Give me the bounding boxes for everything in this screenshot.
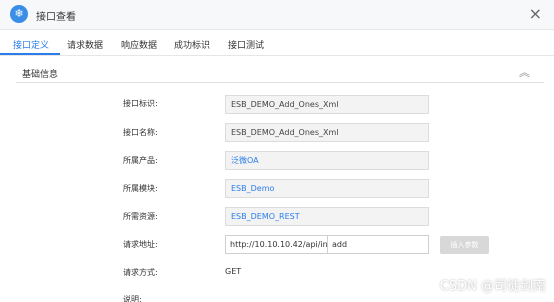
section-title: 基础信息 bbox=[22, 70, 59, 80]
request-url-label: 请求地址: bbox=[123, 240, 158, 249]
product-field[interactable]: 泛微OA bbox=[225, 151, 429, 170]
tab-bar: 接口定义 请求数据 响应数据 成功标识 接口测试 bbox=[0, 31, 554, 56]
watermark: CSDN @司徒剑南 bbox=[439, 279, 546, 294]
tab-success-flag[interactable]: 成功标识 bbox=[174, 38, 210, 51]
resource-label: 所需资源: bbox=[123, 212, 158, 221]
dialog-titlebar: ❄ 接口查看 × bbox=[0, 0, 554, 30]
resource-field[interactable]: ESB_DEMO_REST bbox=[225, 207, 429, 226]
tab-response-data[interactable]: 响应数据 bbox=[121, 38, 157, 51]
collapse-icon[interactable]: ︽ bbox=[519, 64, 530, 80]
product-label: 所属产品: bbox=[123, 156, 158, 165]
insert-param-button[interactable]: 插入参数 bbox=[440, 236, 489, 254]
basic-info-section-header: 基础信息 ︽ bbox=[16, 61, 544, 83]
module-label: 所属模块: bbox=[123, 184, 158, 193]
request-url-input[interactable]: http://10.10.10.42/api/integ bbox=[225, 235, 327, 254]
active-tab-indicator bbox=[0, 53, 60, 55]
snowflake-logo-icon: ❄ bbox=[10, 5, 28, 23]
request-method-value: GET bbox=[225, 267, 242, 276]
description-label: 说明: bbox=[123, 295, 142, 302]
interface-name-label: 接口名称: bbox=[123, 128, 158, 137]
interface-id-field: ESB_DEMO_Add_Ones_Xml bbox=[225, 95, 429, 114]
tab-interface-test[interactable]: 接口测试 bbox=[228, 38, 264, 51]
interface-id-label: 接口标识: bbox=[123, 99, 158, 108]
dialog-title: 接口查看 bbox=[36, 12, 76, 23]
close-icon[interactable]: × bbox=[529, 5, 542, 23]
request-url-suffix-input[interactable]: add bbox=[327, 235, 429, 254]
tab-interface-definition[interactable]: 接口定义 bbox=[13, 38, 49, 51]
interface-name-field: ESB_DEMO_Add_Ones_Xml bbox=[225, 123, 429, 142]
tab-request-data[interactable]: 请求数据 bbox=[67, 38, 103, 51]
request-method-label: 请求方式: bbox=[123, 268, 158, 277]
module-field[interactable]: ESB_Demo bbox=[225, 179, 429, 198]
